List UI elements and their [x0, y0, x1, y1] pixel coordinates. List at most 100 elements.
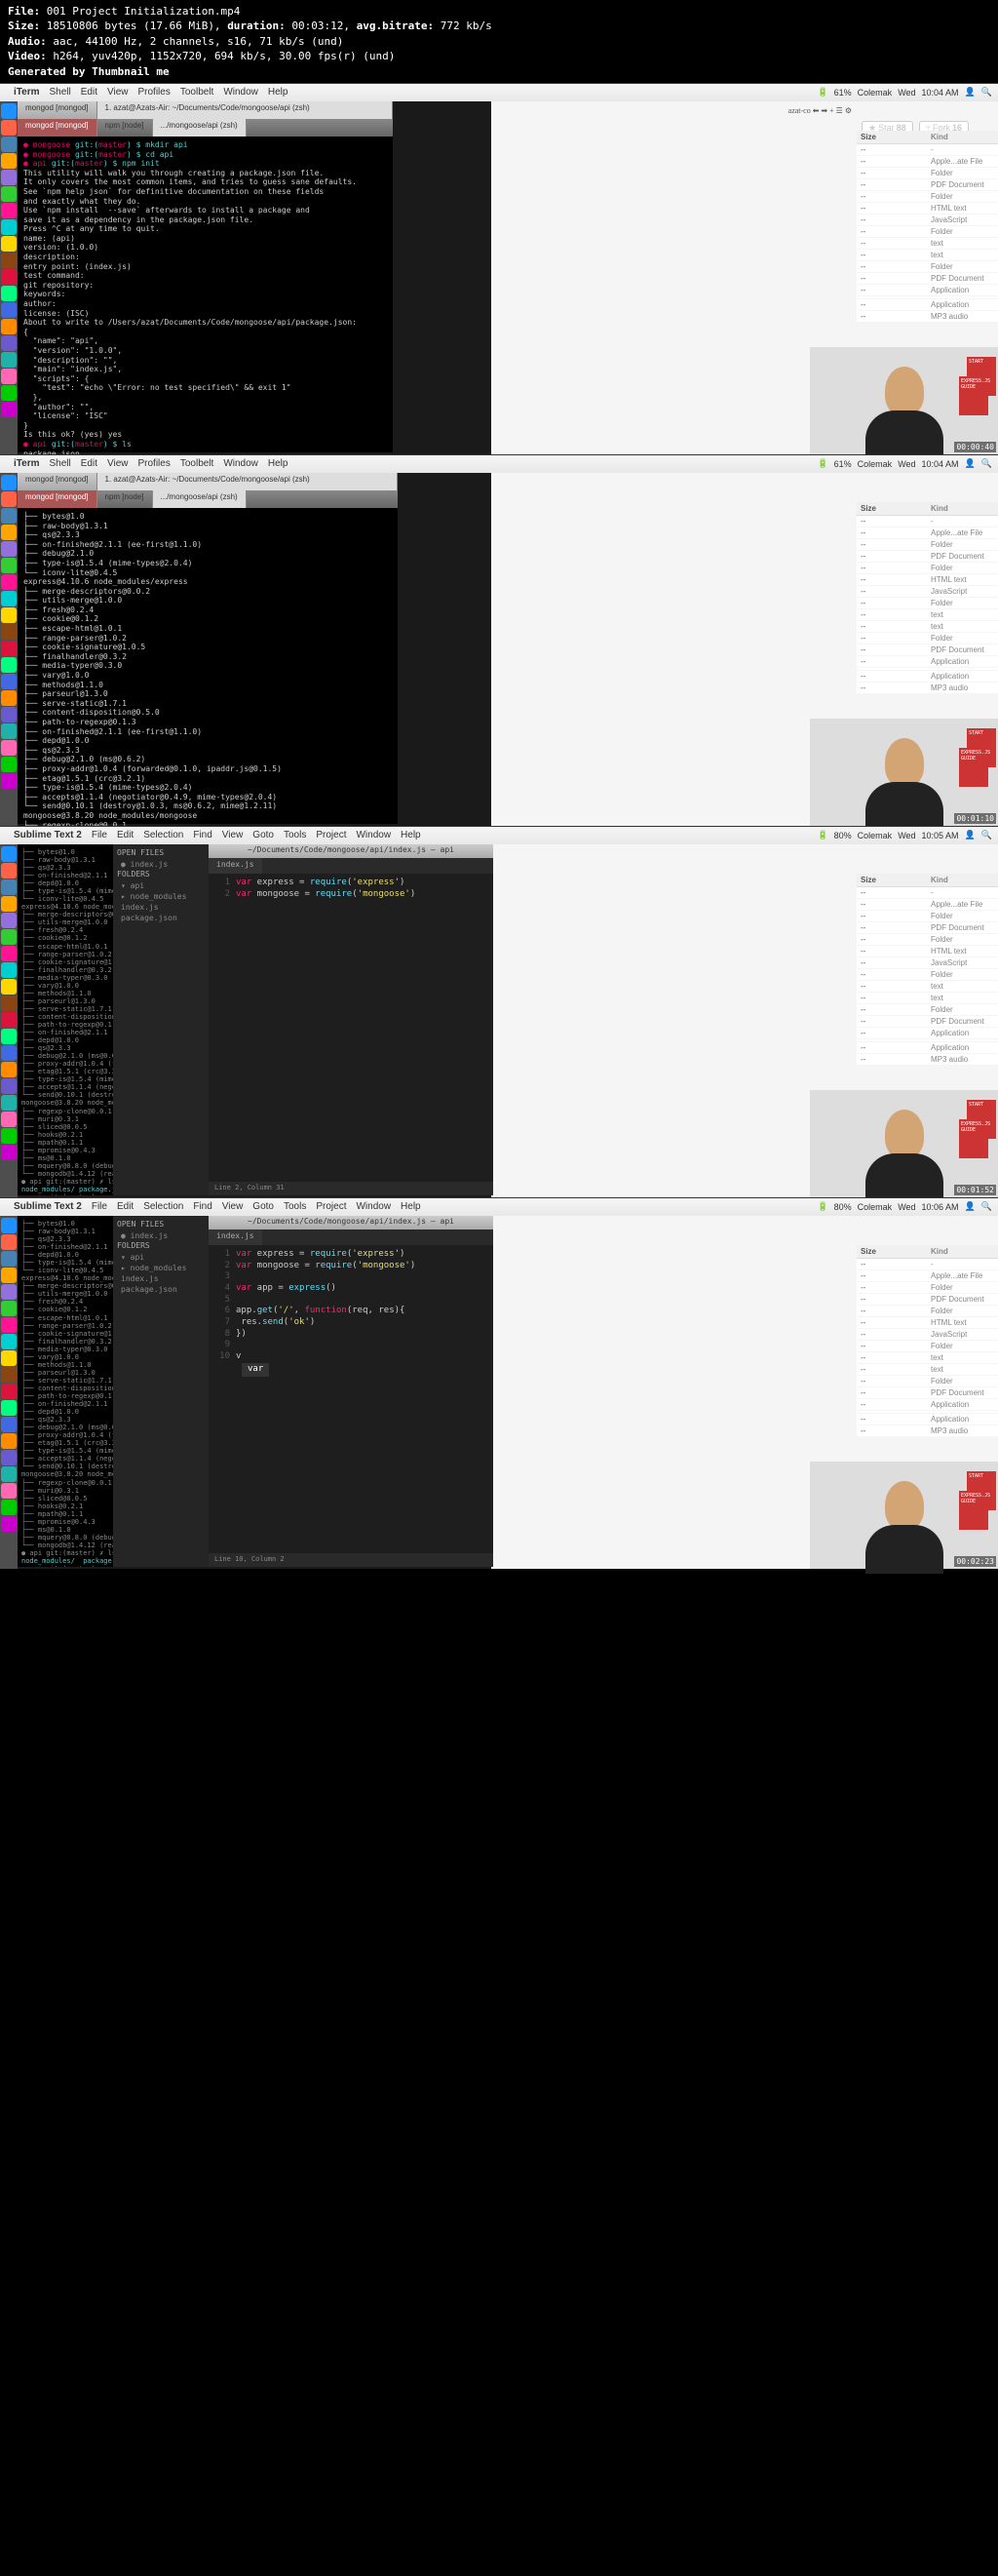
finder-row[interactable]: --Application	[857, 299, 998, 311]
dock-app-icon[interactable]	[1, 286, 17, 301]
dock-app-icon[interactable]	[1, 1417, 17, 1432]
term-tab[interactable]: 1. azat@Azats-Air: ~/Documents/Code/mong…	[97, 473, 399, 490]
finder-row[interactable]: --Folder	[857, 1282, 998, 1294]
dock-app-icon[interactable]	[1, 1483, 17, 1499]
menu-item[interactable]: Tools	[284, 1201, 306, 1212]
menu-item[interactable]: Window	[356, 1201, 391, 1212]
term-tab-mongod[interactable]: mongod [mongod]	[18, 101, 97, 119]
finder-row[interactable]: --PDF Document	[857, 1294, 998, 1306]
dock-app-icon[interactable]	[1, 219, 17, 235]
finder-row[interactable]: --Folder	[857, 633, 998, 644]
finder-row[interactable]: --Apple...ate File	[857, 156, 998, 168]
dock-app-icon[interactable]	[1, 319, 17, 334]
terminal-window[interactable]: mongod [mongod] 1. azat@Azats-Air: ~/Doc…	[18, 101, 393, 452]
finder-row[interactable]: --Folder	[857, 1306, 998, 1317]
sidebar[interactable]: OPEN FILES ● index.js FOLDERS ▾ api ▸ no…	[113, 1216, 209, 1567]
dock-app-icon[interactable]	[1, 302, 17, 318]
dock-app-icon[interactable]	[1, 723, 17, 739]
menu-item[interactable]: Find	[193, 1201, 211, 1212]
app-menu[interactable]: iTerm	[14, 458, 40, 469]
dock-app-icon[interactable]	[1, 1112, 17, 1127]
finder-row[interactable]: --Folder	[857, 226, 998, 238]
menu-item[interactable]: Project	[316, 830, 346, 840]
menu-edit[interactable]: Edit	[81, 87, 97, 98]
dock-app-icon[interactable]	[1, 674, 17, 689]
term-subtab[interactable]: .../mongoose/api (zsh)	[153, 490, 247, 508]
user-icon[interactable]: 👤	[965, 87, 976, 98]
finder-row[interactable]: --Apple...ate File	[857, 527, 998, 539]
dock-app-icon[interactable]	[1, 525, 17, 540]
finder-row[interactable]: --JavaScript	[857, 215, 998, 226]
dock-app-icon[interactable]	[1, 946, 17, 961]
finder-row[interactable]: --Application	[857, 1042, 998, 1054]
term-subtab-mongod[interactable]: mongod [mongod]	[18, 119, 97, 137]
finder-row[interactable]: --Folder	[857, 539, 998, 551]
dock-app-icon[interactable]	[1, 1466, 17, 1482]
dock-app-icon[interactable]	[1, 913, 17, 928]
menu-item[interactable]: Help	[401, 830, 421, 840]
dock-app-icon[interactable]	[1, 1400, 17, 1416]
dock-app-icon[interactable]	[1, 707, 17, 722]
menu-item[interactable]: View	[222, 1201, 244, 1212]
finder-row[interactable]: --Application	[857, 671, 998, 683]
dock-app-icon[interactable]	[1, 1128, 17, 1144]
finder-row[interactable]: --text	[857, 621, 998, 633]
dock-app-icon[interactable]	[1, 103, 17, 119]
dock-app-icon[interactable]	[1, 979, 17, 995]
term-tab-zsh[interactable]: 1. azat@Azats-Air: ~/Documents/Code/mong…	[97, 101, 394, 119]
dock-app-icon[interactable]	[1, 929, 17, 945]
battery-icon[interactable]: 🔋	[817, 87, 827, 98]
finder-row[interactable]: --PDF Document	[857, 551, 998, 563]
menu-item[interactable]: Edit	[81, 458, 97, 469]
dock-app-icon[interactable]	[1, 1317, 17, 1333]
dock-app-icon[interactable]	[1, 236, 17, 252]
finder-row[interactable]: --Folder	[857, 934, 998, 946]
dock-app-icon[interactable]	[1, 475, 17, 490]
terminal-window[interactable]: mongod [mongod] 1. azat@Azats-Air: ~/Doc…	[18, 473, 398, 824]
dock-app-icon[interactable]	[1, 1062, 17, 1077]
app-menu[interactable]: iTerm	[14, 87, 40, 98]
finder-row[interactable]: --Folder	[857, 969, 998, 981]
menu-profiles[interactable]: Profiles	[137, 87, 170, 98]
dock-app-icon[interactable]	[1, 773, 17, 789]
finder-row[interactable]: --text	[857, 1364, 998, 1376]
background-terminal[interactable]: ├── bytes@1.0├── raw-body@1.3.1├── qs@2.…	[18, 1216, 113, 1567]
dock-app-icon[interactable]	[1, 1334, 17, 1349]
finder-row[interactable]: --Apple...ate File	[857, 1270, 998, 1282]
finder-row[interactable]: --MP3 audio	[857, 1425, 998, 1437]
dock-app-icon[interactable]	[1, 541, 17, 557]
clock[interactable]: 10:04 AM	[922, 88, 959, 98]
dock-app-icon[interactable]	[1, 1500, 17, 1515]
menu-item[interactable]: Window	[356, 830, 391, 840]
menu-item[interactable]: Goto	[252, 1201, 274, 1212]
dock-app-icon[interactable]	[1, 757, 17, 772]
autocomplete-popup[interactable]: var	[242, 1363, 269, 1377]
dock-app-icon[interactable]	[1, 1433, 17, 1449]
open-file[interactable]: ● index.js	[117, 1230, 205, 1241]
dock-app-icon[interactable]	[1, 153, 17, 169]
dock-app-icon[interactable]	[1, 1029, 17, 1044]
dock-app-icon[interactable]	[1, 1367, 17, 1383]
menu-item[interactable]: Shell	[50, 458, 71, 469]
dock-app-icon[interactable]	[1, 558, 17, 573]
finder-row[interactable]: --JavaScript	[857, 586, 998, 598]
dock-app-icon[interactable]	[1, 1284, 17, 1300]
menu-item[interactable]: Window	[223, 458, 258, 469]
finder-row[interactable]: ---	[857, 1259, 998, 1270]
dock-app-icon[interactable]	[1, 1301, 17, 1316]
finder-row[interactable]: ---	[857, 516, 998, 527]
finder-row[interactable]: --text	[857, 1352, 998, 1364]
dock-app-icon[interactable]	[1, 846, 17, 862]
dock-app-icon[interactable]	[1, 1450, 17, 1465]
file[interactable]: package.json	[117, 913, 205, 923]
finder-row[interactable]: ---	[857, 144, 998, 156]
finder-row[interactable]: --Folder	[857, 191, 998, 203]
dock-app-icon[interactable]	[1, 591, 17, 606]
dock-app-icon[interactable]	[1, 962, 17, 978]
finder-row[interactable]: --text	[857, 238, 998, 250]
finder-row[interactable]: --HTML text	[857, 1317, 998, 1329]
menu-item[interactable]: Project	[316, 1201, 346, 1212]
finder-list[interactable]: SizeKind-----Apple...ate File--Folder--P…	[857, 1245, 998, 1437]
term-subtab[interactable]: npm [node]	[97, 490, 153, 508]
finder-row[interactable]: --Folder	[857, 563, 998, 574]
